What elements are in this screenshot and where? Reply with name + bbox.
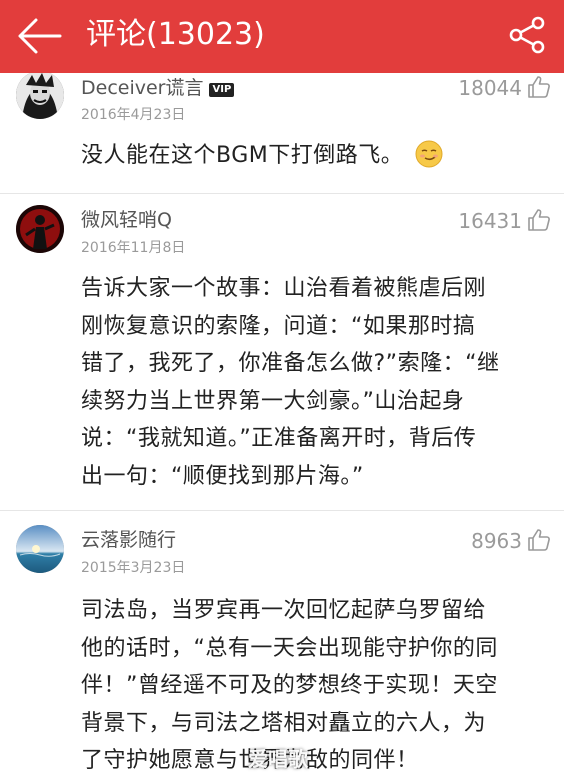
arrow-left-icon[interactable]: [16, 17, 64, 55]
divider: [0, 193, 564, 194]
watermark: 爱唱歌: [248, 747, 308, 771]
avatar[interactable]: [16, 525, 64, 573]
comment-date: 2016年4月23日: [81, 107, 186, 123]
thumbs-up-icon[interactable]: [526, 207, 552, 233]
comment-date: 2015年3月23日: [81, 560, 186, 576]
top-bar: 评论(13023): [0, 0, 564, 73]
comment-text: 告诉大家一个故事：山治看着被熊虐后刚 刚恢复意识的索隆，问道：“如果那时搞 错了…: [81, 276, 500, 489]
vip-badge: VIP: [209, 83, 235, 97]
comment-date: 2016年11月8日: [81, 240, 186, 256]
username[interactable]: Deceiver谎言 VIP: [81, 75, 235, 101]
comment-list: Deceiver谎言 VIP 2016年4月23日 18044 没人能在这个BGM…: [0, 73, 564, 779]
comment-text: 没人能在这个BGM下打倒路飞。: [81, 137, 551, 175]
avatar[interactable]: [16, 73, 64, 119]
divider: [0, 510, 564, 511]
like-count: 18044: [458, 76, 522, 100]
comment-text: 司法岛，当罗宾再一次回忆起萨乌罗留给 他的话时，“总有一天会出现能守护你的同 伴…: [81, 598, 498, 773]
avatar[interactable]: [16, 205, 64, 253]
username[interactable]: 云落影随行: [81, 527, 176, 553]
thumbs-up-icon[interactable]: [526, 74, 552, 100]
like-count: 16431: [458, 209, 522, 233]
share-icon[interactable]: [508, 15, 548, 55]
username[interactable]: 微风轻哨Q: [81, 207, 172, 233]
smirk-face-icon: [415, 140, 443, 168]
page-title: 评论(13023): [86, 17, 265, 52]
thumbs-up-icon[interactable]: [526, 527, 552, 553]
like-count: 8963: [471, 529, 522, 553]
